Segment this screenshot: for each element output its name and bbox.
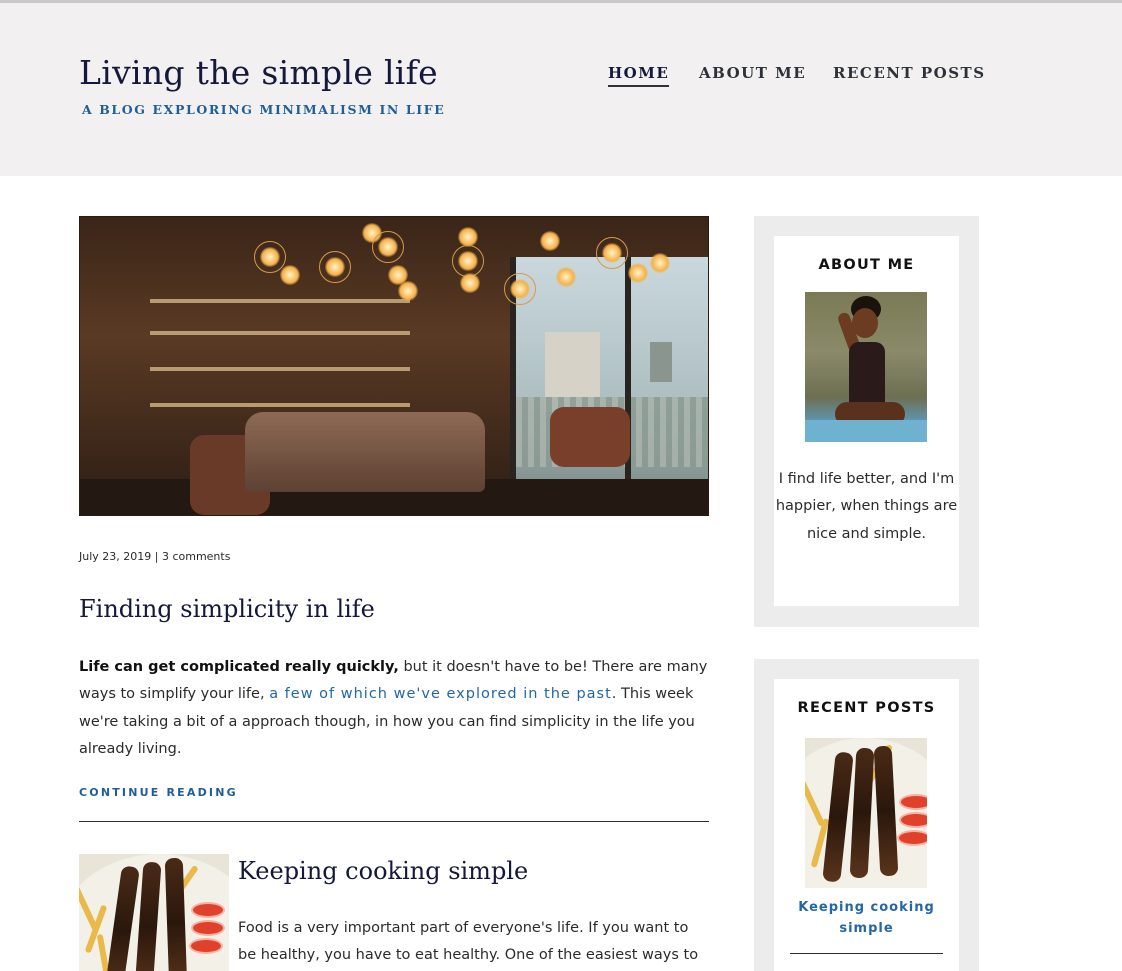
- about-me-widget: ABOUT ME I find life better, and I'm hap…: [754, 216, 979, 627]
- recent-posts-title: RECENT POSTS: [797, 700, 936, 716]
- site-title[interactable]: Living the simple life: [79, 53, 438, 92]
- excerpt-bold: Life can get complicated really quickly,: [79, 659, 399, 675]
- recent-posts-widget: RECENT POSTS Keeping cooking simple: [754, 659, 979, 971]
- continue-reading-link[interactable]: CONTINUE READING: [79, 786, 238, 799]
- recent-post-link[interactable]: Keeping cooking simple: [774, 897, 959, 939]
- post-excerpt: Life can get complicated really quickly,…: [79, 654, 719, 764]
- about-me-text: I find life better, and I'm happier, whe…: [775, 471, 958, 542]
- nav-item-about-me[interactable]: ABOUT ME: [699, 64, 806, 82]
- recent-post-divider: [790, 953, 943, 954]
- site-header: Living the simple life A BLOG EXPLORING …: [0, 3, 1122, 176]
- excerpt-link[interactable]: a few of which we've explored in the pas…: [269, 686, 612, 702]
- nav-item-recent-posts[interactable]: RECENT POSTS: [833, 64, 986, 82]
- post-excerpt-2: Food is a very important part of everyon…: [238, 920, 699, 964]
- window-scene: [510, 257, 708, 515]
- nav-item-home[interactable]: HOME: [608, 64, 670, 87]
- about-me-title: ABOUT ME: [818, 257, 915, 273]
- post-title-2[interactable]: Keeping cooking simple: [238, 857, 528, 885]
- site-tagline: A BLOG EXPLORING MINIMALISM IN LIFE: [82, 102, 446, 117]
- post-meta: July 23, 2019 | 3 comments: [79, 550, 231, 563]
- featured-post-image[interactable]: [79, 216, 709, 516]
- post-title[interactable]: Finding simplicity in life: [79, 595, 375, 623]
- post-thumbnail[interactable]: [79, 854, 229, 971]
- recent-post-thumbnail[interactable]: [805, 738, 927, 888]
- post-divider: [79, 821, 709, 822]
- author-photo: [805, 292, 927, 442]
